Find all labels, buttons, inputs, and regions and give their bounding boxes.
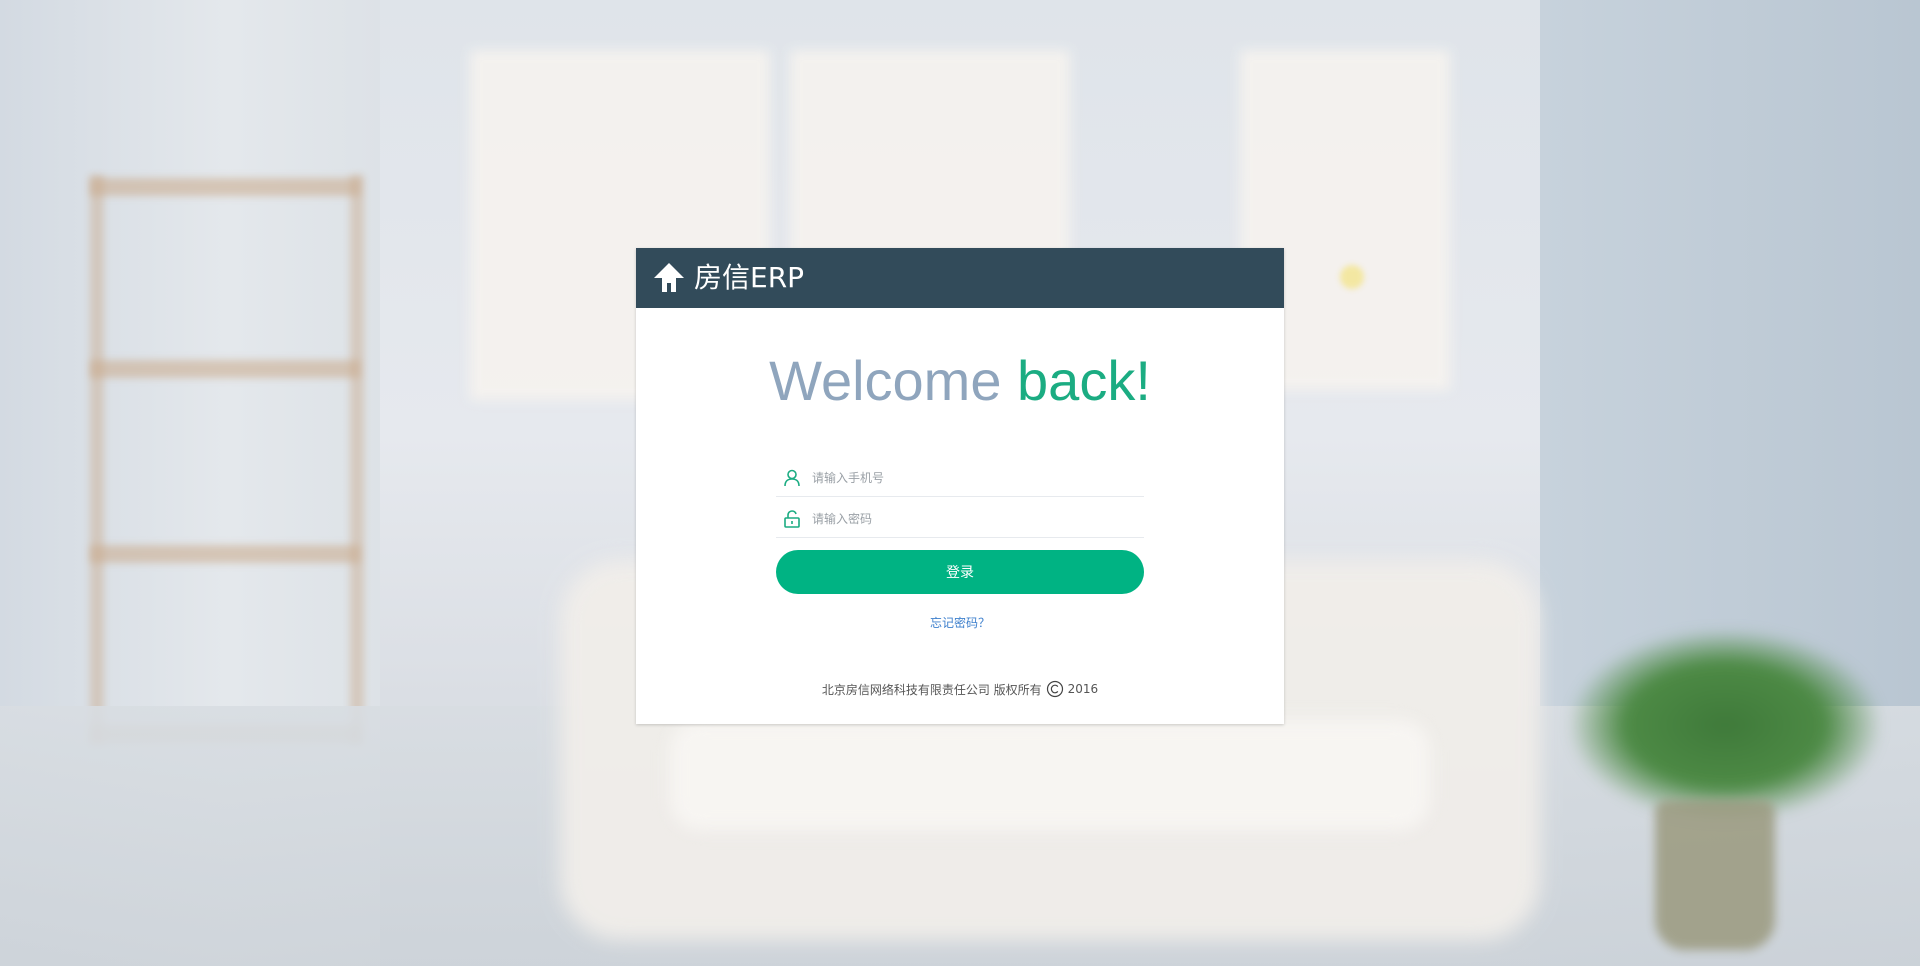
back-word: back! xyxy=(1017,349,1151,412)
lock-icon xyxy=(782,509,802,529)
copyright-year: 2016 xyxy=(1067,682,1099,696)
copyright-company: 北京房信网络科技有限责任公司 版权所有 xyxy=(821,682,1042,697)
phone-input[interactable] xyxy=(812,466,1132,490)
welcome-word: Welcome xyxy=(769,349,1002,412)
house-arrow-icon xyxy=(652,261,686,295)
login-card: 房信ERP Welcome back! 登录 忘记密码？ 北京房信网络科技有限责… xyxy=(636,248,1284,724)
copyright-icon xyxy=(1046,680,1064,698)
brand-name: 房信ERP xyxy=(694,261,805,294)
login-button[interactable]: 登录 xyxy=(776,550,1144,594)
phone-field xyxy=(776,460,1144,497)
footer: 北京房信网络科技有限责任公司 版权所有 2016 xyxy=(636,680,1284,698)
forgot-password-link[interactable]: 忘记密码？ xyxy=(636,614,1284,631)
welcome-heading: Welcome back! xyxy=(636,348,1284,414)
user-icon xyxy=(782,468,802,488)
card-header: 房信ERP xyxy=(636,248,1284,308)
password-field xyxy=(776,501,1144,538)
password-input[interactable] xyxy=(812,507,1132,531)
